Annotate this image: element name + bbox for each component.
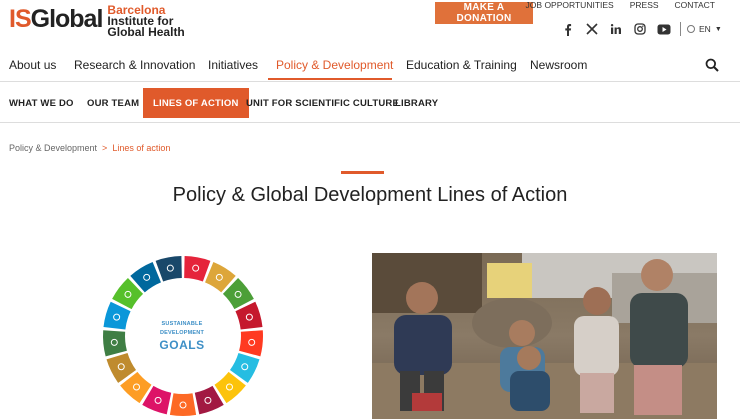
subnav-our-team[interactable]: OUR TEAM bbox=[87, 88, 139, 118]
subnav-what-we-do[interactable]: WHAT WE DO bbox=[9, 88, 74, 118]
make-donation-button[interactable]: MAKE A DONATION bbox=[435, 2, 533, 24]
instagram-icon[interactable] bbox=[628, 20, 652, 38]
logo-wordmark: ISGlobal bbox=[9, 5, 103, 33]
facebook-icon[interactable] bbox=[556, 20, 580, 38]
sdg-label: SUSTAINABLE DEVELOPMENT GOALS bbox=[157, 320, 207, 351]
language-selector[interactable]: EN ▼ bbox=[687, 24, 722, 34]
sdg-segment bbox=[103, 330, 127, 357]
breadcrumb-current: Lines of action bbox=[112, 143, 171, 153]
sdg-label-line1: SUSTAINABLE bbox=[161, 321, 203, 327]
title-accent-line bbox=[341, 171, 384, 174]
sdg-label-line3: GOALS bbox=[159, 338, 205, 352]
job-opportunities-link[interactable]: JOB OPPORTUNITIES bbox=[526, 0, 614, 10]
sdg-segment bbox=[239, 330, 263, 357]
nav-initiatives[interactable]: Initiatives bbox=[208, 58, 258, 72]
top-links: JOB OPPORTUNITIES PRESS CONTACT bbox=[526, 0, 715, 10]
divider bbox=[680, 22, 681, 36]
subnav-library[interactable]: LIBRARY bbox=[395, 88, 438, 118]
nav-about-us[interactable]: About us bbox=[9, 58, 56, 72]
nav-education-training[interactable]: Education & Training bbox=[406, 58, 517, 72]
sdg-segment bbox=[184, 256, 211, 282]
search-icon[interactable] bbox=[705, 58, 719, 72]
youtube-icon[interactable] bbox=[652, 20, 676, 38]
breadcrumb-parent[interactable]: Policy & Development bbox=[9, 143, 97, 153]
sdg-segment bbox=[155, 256, 182, 282]
sdg-segment bbox=[169, 393, 197, 416]
breadcrumb: Policy & Development > Lines of action bbox=[9, 143, 170, 153]
children-photo bbox=[372, 253, 717, 419]
press-link[interactable]: PRESS bbox=[630, 0, 659, 10]
page-title: Policy & Global Development Lines of Act… bbox=[172, 184, 568, 206]
nav-research-innovation[interactable]: Research & Innovation bbox=[74, 58, 195, 72]
globe-icon bbox=[687, 25, 695, 33]
nav-newsroom[interactable]: Newsroom bbox=[530, 58, 587, 72]
social-links: EN ▼ bbox=[556, 20, 722, 38]
chevron-down-icon: ▼ bbox=[714, 25, 722, 33]
subnav-unit-scientific-culture[interactable]: UNIT FOR SCIENTIFIC CULTURE bbox=[246, 88, 399, 118]
active-nav-indicator bbox=[268, 78, 392, 80]
sdg-label-line2: DEVELOPMENT bbox=[159, 330, 205, 336]
nav-policy-development[interactable]: Policy & Development bbox=[276, 58, 393, 72]
language-label: EN bbox=[699, 24, 711, 34]
main-navigation: About us Research & Innovation Initiativ… bbox=[0, 50, 740, 82]
x-icon[interactable] bbox=[580, 20, 604, 38]
contact-link[interactable]: CONTACT bbox=[675, 0, 715, 10]
section-subnavigation: WHAT WE DO OUR TEAM LINES OF ACTION UNIT… bbox=[0, 83, 740, 123]
subnav-lines-of-action[interactable]: LINES OF ACTION bbox=[143, 88, 249, 118]
logo-tagline: Barcelona Institute for Global Health bbox=[107, 3, 185, 39]
isglobal-logo[interactable]: ISGlobal Barcelona Institute for Global … bbox=[9, 4, 185, 40]
linkedin-icon[interactable] bbox=[604, 20, 628, 38]
breadcrumb-separator: > bbox=[102, 143, 108, 153]
